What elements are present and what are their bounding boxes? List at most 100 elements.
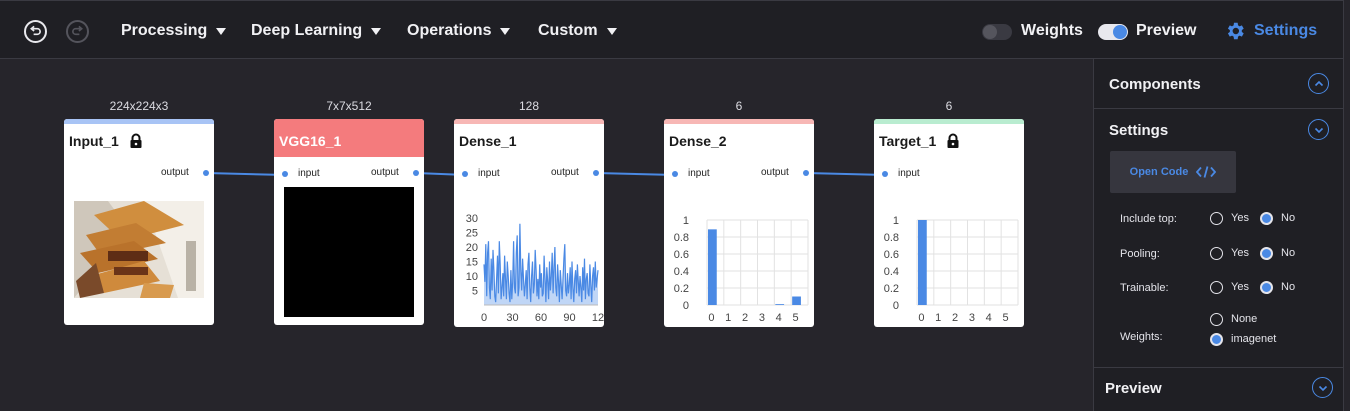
bar xyxy=(775,304,785,305)
input-port[interactable] xyxy=(672,171,678,177)
output-port-label: output xyxy=(761,167,789,178)
option-label: Pooling: xyxy=(1120,248,1160,260)
menu-label: Deep Learning xyxy=(251,22,363,39)
pooling-yes-radio[interactable] xyxy=(1210,247,1223,260)
y-tick-label: 5 xyxy=(472,286,478,298)
x-tick-label: 90 xyxy=(563,312,575,324)
menu-operations[interactable]: Operations xyxy=(407,22,511,40)
y-tick-label: 20 xyxy=(466,242,478,254)
weights-toggle[interactable] xyxy=(982,24,1012,40)
toggle-knob xyxy=(983,25,997,39)
x-tick-label: 0 xyxy=(481,312,487,324)
feature-map-preview xyxy=(284,187,414,317)
node-vgg16-1[interactable]: VGG16_1 input output xyxy=(274,119,424,325)
y-tick-label: 0.6 xyxy=(674,249,689,261)
trainable-yes-radio[interactable] xyxy=(1210,281,1223,294)
menu-custom[interactable]: Custom xyxy=(538,22,617,40)
redo-button[interactable] xyxy=(66,20,89,43)
output-port[interactable] xyxy=(803,170,809,176)
weights-imagenet-radio[interactable] xyxy=(1210,333,1223,346)
y-tick-label: 0.8 xyxy=(674,232,689,244)
option-label: Weights: xyxy=(1120,331,1163,343)
input-port[interactable] xyxy=(462,171,468,177)
node-title: Dense_1 xyxy=(459,133,517,149)
menu-label: Processing xyxy=(121,22,208,39)
x-tick-label: 4 xyxy=(776,312,782,324)
preview-expand-button[interactable] xyxy=(1312,377,1333,398)
input-port-label: input xyxy=(688,168,710,179)
chevron-up-icon xyxy=(1314,80,1323,86)
components-section-title: Components xyxy=(1109,76,1201,93)
y-tick-label: 25 xyxy=(466,228,478,240)
y-tick-label: 0.4 xyxy=(884,266,899,278)
y-tick-label: 0 xyxy=(683,300,689,312)
output-port[interactable] xyxy=(413,170,419,176)
bar xyxy=(792,296,801,305)
x-tick-label: 0 xyxy=(918,312,924,324)
node-dense-1[interactable]: Dense_1 input output 5 10 15 20 25 30 0 30 60 90 1… xyxy=(454,119,604,327)
trainable-no-radio[interactable] xyxy=(1260,281,1273,294)
y-tick-label: 0 xyxy=(893,300,899,312)
node-color-strip xyxy=(664,119,814,124)
divider xyxy=(1094,108,1343,109)
settings-button[interactable]: Settings xyxy=(1224,20,1317,42)
node-shape-label: 224x224x3 xyxy=(109,99,169,113)
input-port-label: input xyxy=(478,168,500,179)
input-port[interactable] xyxy=(882,171,888,177)
node-target-1[interactable]: Target_1 input 0 0.2 0.4 0.6 0.8 1 0 1 2 3 4 5 xyxy=(874,119,1024,327)
weights-toggle-label: Weights xyxy=(1021,22,1083,39)
settings-label: Settings xyxy=(1254,22,1318,39)
include-top-no-radio[interactable] xyxy=(1260,212,1273,225)
toggle-knob xyxy=(1113,25,1127,39)
redo-icon xyxy=(72,25,83,36)
x-tick-label: 60 xyxy=(535,312,547,324)
radio-label: Yes xyxy=(1231,281,1249,293)
caret-down-icon xyxy=(606,27,617,35)
output-port-label: output xyxy=(371,167,399,178)
radio-label: No xyxy=(1281,212,1296,224)
node-shape-label: 7x7x512 xyxy=(326,99,372,113)
components-collapse-button[interactable] xyxy=(1308,73,1329,94)
include-top-yes-radio[interactable] xyxy=(1210,212,1223,225)
node-title: Input_1 xyxy=(69,133,119,149)
top-toolbar: Processing Deep Learning Operations Cust… xyxy=(0,0,1344,59)
settings-expand-button[interactable] xyxy=(1308,119,1329,140)
option-label: Trainable: xyxy=(1120,282,1169,294)
code-icon xyxy=(1196,166,1217,178)
menu-deep-learning[interactable]: Deep Learning xyxy=(251,22,382,40)
x-tick-label: 1 xyxy=(725,312,731,324)
dense1-activation-chart: 5 10 15 20 25 30 0 30 60 90 12 xyxy=(466,214,604,324)
open-code-button[interactable]: Open Code xyxy=(1110,151,1236,193)
node-dense-2[interactable]: Dense_2 input output 0 0.2 0.4 0.6 0.8 1 0 1 2 3 4… xyxy=(664,119,814,327)
option-label: Include top: xyxy=(1120,213,1177,225)
pooling-no-radio[interactable] xyxy=(1260,247,1273,260)
graph-canvas[interactable]: 224x224x3 7x7x512 128 6 6 Input_1 output xyxy=(0,59,1093,411)
y-tick-label: 30 xyxy=(466,214,478,225)
output-port[interactable] xyxy=(593,170,599,176)
undo-button[interactable] xyxy=(24,20,47,43)
weights-none-radio[interactable] xyxy=(1210,313,1223,326)
target-chart: 00.20.40.60.810 1 2 3 4 5 xyxy=(884,215,1019,324)
node-shape-label: 6 xyxy=(945,99,953,113)
node-input-1[interactable]: Input_1 output xyxy=(64,119,214,325)
x-tick-label: 1 xyxy=(935,312,941,324)
dense2-output-chart: 00.20.40.60.810 1 2 3 4 5 xyxy=(674,215,809,324)
x-tick-label: 0 xyxy=(708,312,714,324)
node-title: VGG16_1 xyxy=(279,133,342,149)
input-port[interactable] xyxy=(282,171,288,177)
radio-label: Yes xyxy=(1231,247,1249,259)
y-tick-label: 1 xyxy=(893,215,899,227)
radio-label: imagenet xyxy=(1231,333,1277,345)
node-shape-label: 6 xyxy=(735,99,743,113)
bar xyxy=(708,229,717,305)
menu-label: Operations xyxy=(407,22,492,39)
output-port[interactable] xyxy=(203,170,209,176)
settings-section-title: Settings xyxy=(1109,122,1169,139)
x-tick-label: 4 xyxy=(986,312,992,324)
input-port-label: input xyxy=(898,168,920,179)
open-code-label: Open Code xyxy=(1129,166,1189,178)
menu-processing[interactable]: Processing xyxy=(121,22,227,40)
caret-down-icon xyxy=(216,27,227,35)
node-color-strip xyxy=(874,119,1024,124)
preview-toggle[interactable] xyxy=(1098,24,1128,40)
